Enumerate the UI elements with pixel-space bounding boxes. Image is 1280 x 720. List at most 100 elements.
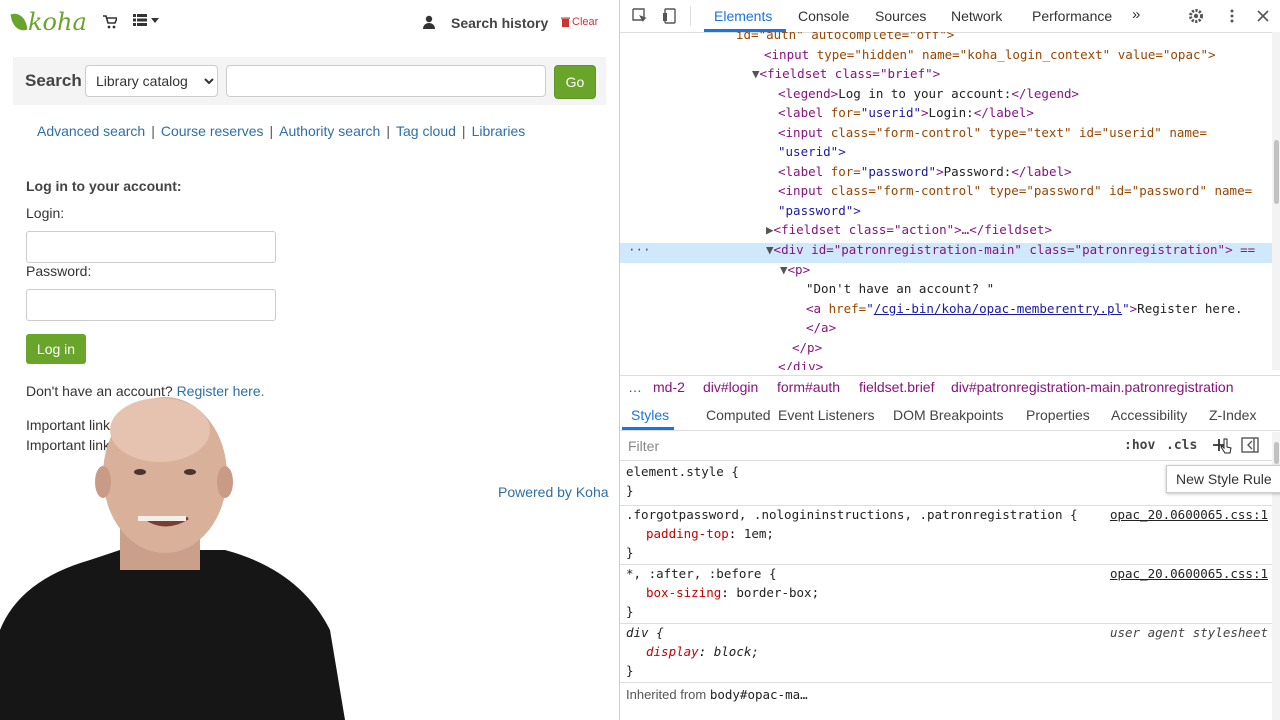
breadcrumb-overflow-icon[interactable]: … — [628, 379, 642, 395]
filter-input[interactable]: Filter — [628, 438, 659, 454]
libraries-link[interactable]: Libraries — [472, 123, 526, 139]
breadcrumb-item[interactable]: md-2 — [653, 379, 685, 395]
mouse-cursor-icon — [1220, 438, 1232, 454]
dom-line[interactable]: "Don't have an account? " — [806, 281, 994, 296]
active-subtab-indicator — [622, 427, 674, 430]
powered-by-text: Powered by — [498, 484, 572, 500]
toggle-sidebar-icon[interactable] — [1241, 437, 1259, 453]
dom-line[interactable]: ▼<fieldset class="brief"> — [752, 66, 940, 81]
koha-link[interactable]: Koha — [576, 484, 609, 500]
dom-line[interactable]: <input class="form-control" type="passwo… — [778, 183, 1252, 198]
tab-accessibility[interactable]: Accessibility — [1111, 407, 1187, 423]
rule-close-brace: } — [626, 483, 634, 498]
user-icon — [423, 15, 435, 29]
dom-line[interactable]: <input class="form-control" type="text" … — [778, 125, 1207, 140]
password-field[interactable] — [26, 289, 276, 321]
clear-history-link[interactable]: Clear — [561, 16, 598, 28]
breadcrumb: … md-2 div#login form#auth fieldset.brie… — [620, 375, 1280, 398]
course-reserves-link[interactable]: Course reserves — [161, 123, 264, 139]
css-property[interactable]: padding-top: 1em; — [646, 526, 774, 541]
opac-header: koha Search history Clear — [0, 0, 619, 44]
dom-line[interactable]: <input type="hidden" name="koha_login_co… — [764, 47, 1216, 62]
close-devtools-icon[interactable] — [1255, 8, 1271, 24]
tab-performance[interactable]: Performance — [1032, 8, 1112, 24]
devtools-panel: Elements Console Sources Network Perform… — [619, 0, 1280, 720]
tab-elements[interactable]: Elements — [714, 8, 772, 24]
tab-properties[interactable]: Properties — [1026, 407, 1090, 423]
breadcrumb-item-selected[interactable]: div#patronregistration-main.patronregist… — [951, 379, 1233, 395]
dom-line[interactable]: "password"> — [778, 203, 861, 218]
rule-selector: .forgotpassword, .nologininstructions, .… — [626, 507, 1078, 522]
log-in-button[interactable]: Log in — [26, 334, 86, 364]
device-toolbar-icon[interactable] — [662, 8, 678, 24]
dom-line[interactable]: </p> — [792, 340, 822, 355]
settings-gear-icon[interactable] — [1188, 8, 1204, 24]
new-style-rule-tooltip: New Style Rule — [1166, 465, 1280, 493]
style-rule[interactable]: div { user agent stylesheet display: blo… — [620, 623, 1272, 683]
dom-line[interactable]: ▼<p> — [780, 262, 810, 277]
tab-dom-breakpoints[interactable]: DOM Breakpoints — [893, 407, 1003, 423]
tab-z-index[interactable]: Z-Index — [1209, 407, 1256, 423]
search-bar: Search Library catalog Go — [13, 57, 606, 105]
rule-selector: div { — [626, 625, 664, 640]
koha-logo[interactable]: koha — [10, 8, 87, 36]
leaf-icon — [10, 11, 28, 33]
tab-sources[interactable]: Sources — [875, 8, 926, 24]
tab-event-listeners[interactable]: Event Listeners — [778, 407, 875, 423]
dom-line[interactable]: <label for="password">Password:</label> — [778, 164, 1072, 179]
search-label: Search — [25, 71, 82, 90]
go-button[interactable]: Go — [554, 65, 596, 99]
css-property[interactable]: box-sizing: border-box; — [646, 585, 819, 600]
dom-line[interactable]: <label for="userid">Login:</label> — [778, 105, 1034, 120]
search-input[interactable] — [226, 65, 546, 97]
dom-line[interactable]: <legend>Log in to your account:</legend> — [778, 86, 1079, 101]
style-rule[interactable]: .forgotpassword, .nologininstructions, .… — [620, 505, 1272, 565]
tab-network[interactable]: Network — [951, 8, 1002, 24]
lists-menu[interactable] — [133, 14, 159, 26]
search-scope-select[interactable]: Library catalog — [85, 65, 218, 97]
breadcrumb-item[interactable]: div#login — [703, 379, 758, 395]
hov-toggle[interactable]: :hov — [1124, 438, 1155, 453]
more-tabs-icon[interactable]: » — [1132, 6, 1140, 23]
dom-line[interactable]: ▶<fieldset class="action">…</fieldset> — [766, 222, 1052, 237]
dom-scrollbar[interactable] — [1272, 32, 1280, 370]
tag-cloud-link[interactable]: Tag cloud — [396, 123, 456, 139]
dom-line-selected[interactable]: ▼<div id="patronregistration-main" class… — [766, 242, 1255, 257]
search-history-link[interactable]: Search history — [451, 15, 548, 31]
inspect-element-icon[interactable] — [632, 8, 648, 24]
dom-line[interactable]: id="auth" autocomplete="off"> — [736, 32, 954, 42]
toolbar-divider — [690, 6, 691, 26]
tab-console[interactable]: Console — [798, 8, 849, 24]
tab-styles[interactable]: Styles — [631, 407, 669, 423]
opac-page: koha Search history Clear Search Library… — [0, 0, 619, 720]
logo-text: koha — [28, 8, 87, 36]
cart-icon[interactable] — [103, 15, 117, 29]
breadcrumb-item[interactable]: form#auth — [777, 379, 840, 395]
inherited-node-link[interactable]: body#opac-ma… — [710, 687, 808, 702]
cls-toggle[interactable]: .cls — [1166, 438, 1197, 453]
breadcrumb-item[interactable]: fieldset.brief — [859, 379, 934, 395]
authority-search-link[interactable]: Authority search — [279, 123, 380, 139]
tab-computed[interactable]: Computed — [706, 407, 771, 423]
advanced-search-link[interactable]: Advanced search — [37, 123, 145, 139]
node-actions-icon[interactable]: ··· — [628, 242, 651, 257]
rule-close-brace: } — [626, 604, 634, 619]
login-label: Login: — [26, 205, 65, 221]
login-field[interactable] — [26, 231, 276, 263]
dom-line[interactable]: </div> — [778, 359, 823, 370]
trash-icon — [561, 17, 570, 27]
dom-line[interactable]: "userid"> — [778, 144, 846, 159]
caret-down-icon — [151, 17, 159, 23]
style-rule[interactable]: *, :after, :before { opac_20.0600065.css… — [620, 564, 1272, 624]
clear-label: Clear — [572, 16, 599, 28]
css-property: display: block; — [646, 644, 759, 659]
rule-selector: *, :after, :before { — [626, 566, 777, 581]
search-links: Advanced search | Course reserves | Authorit… — [37, 123, 526, 139]
rule-source-link[interactable]: opac_20.0600065.css:1 — [1110, 507, 1268, 522]
rule-source-link[interactable]: opac_20.0600065.css:1 — [1110, 566, 1268, 581]
dom-tree: id="auth" autocomplete="off"> <input typ… — [620, 32, 1272, 370]
dom-line[interactable]: </a> — [806, 320, 836, 335]
kebab-menu-icon[interactable] — [1224, 8, 1240, 24]
dom-line[interactable]: <a href="/cgi-bin/koha/opac-memberentry.… — [806, 301, 1243, 316]
sidebar-pane-tabs: Styles Computed Event Listeners DOM Brea… — [620, 400, 1280, 431]
